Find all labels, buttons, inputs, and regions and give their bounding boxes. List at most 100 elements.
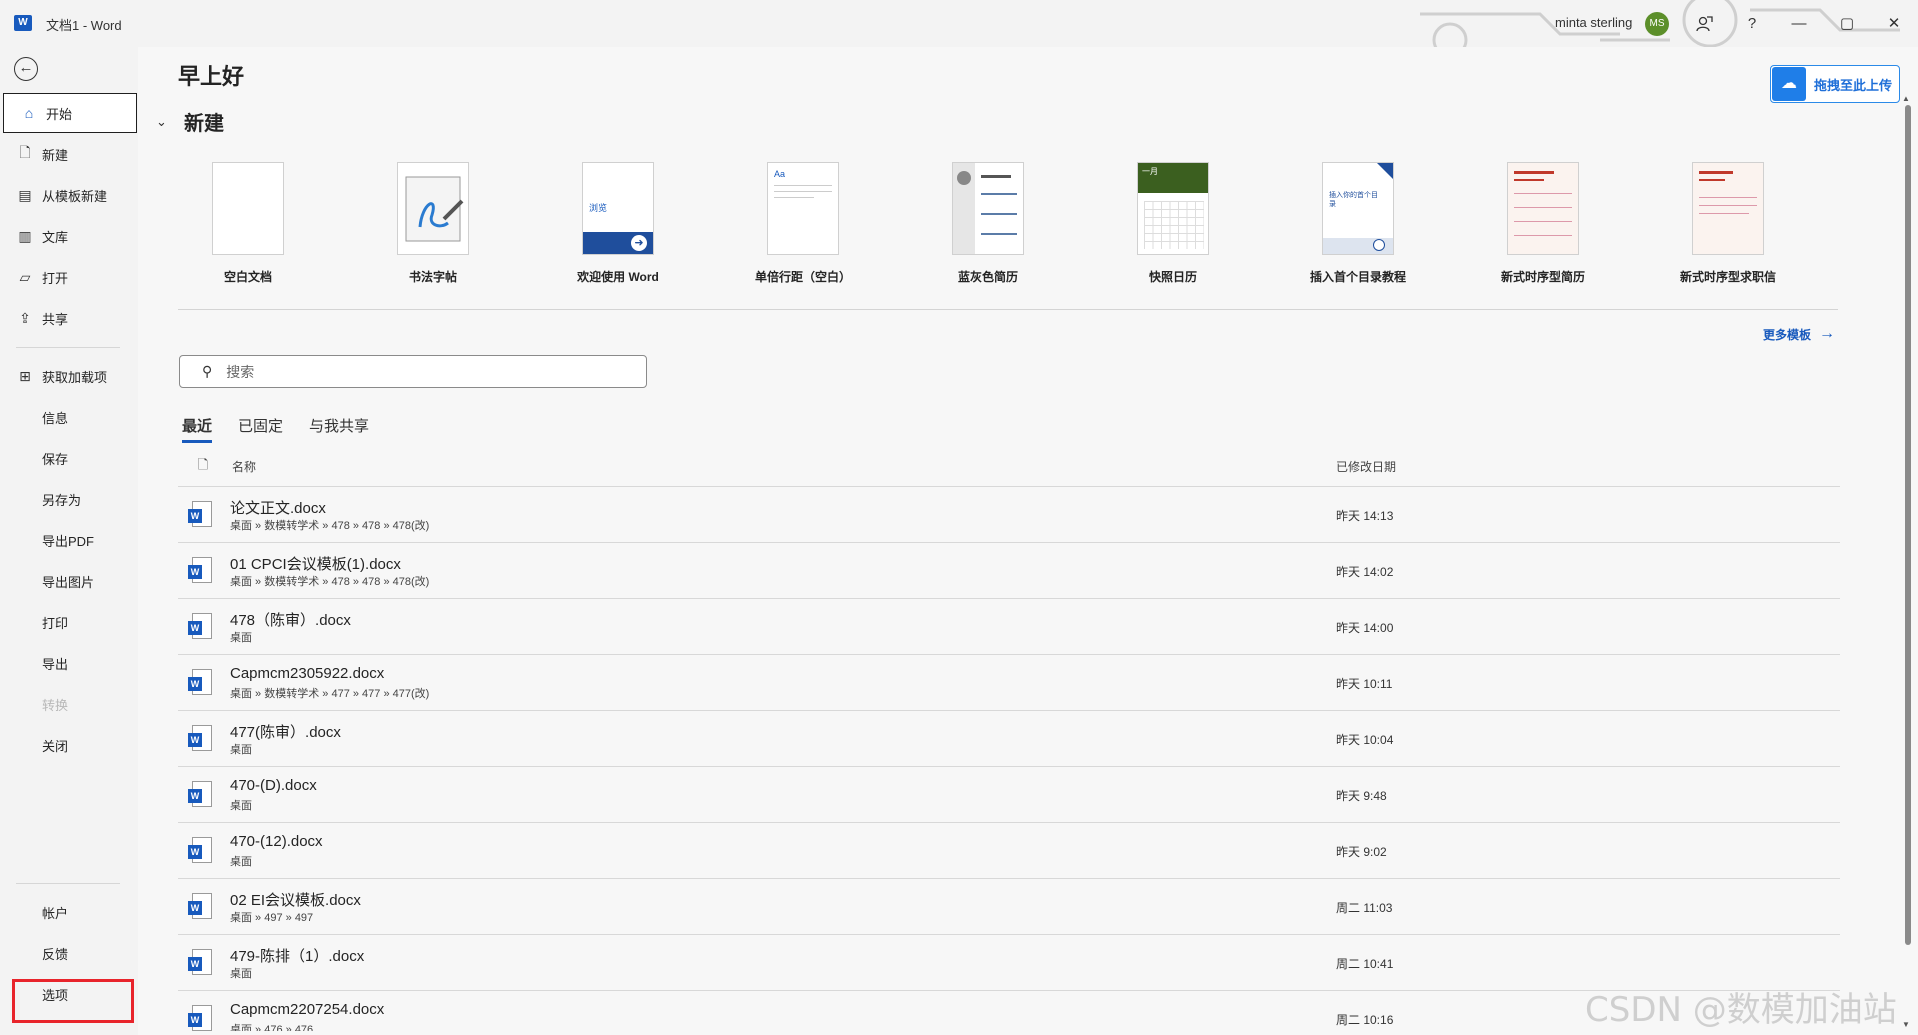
backstage-sidebar: ← ⌂ 开始 🗋 新建 ▤ 从模板新建 ▥ 文库 ▱ 打开 ⇪ 共享 ⊞ 获取加… bbox=[0, 47, 138, 1035]
template-label: 空白文档 bbox=[223, 270, 272, 284]
new-document-icon: 🗋 bbox=[19, 144, 31, 160]
sidebar-item-export[interactable]: 导出 bbox=[0, 643, 138, 683]
template-insert-toc-tutorial[interactable]: 插入你的首个目录 插入首个目录教程 bbox=[1278, 162, 1438, 285]
table-row[interactable]: W 477(陈审）.docx 桌面 昨天 10:04 bbox=[178, 711, 1840, 767]
sidebar-item-library[interactable]: ▥ 文库 bbox=[0, 216, 138, 256]
home-pane: 早上好 ☁ 拖拽至此上传 ⌄ 新建 空白文档 书法字帖 浏览 ➜ 欢迎使用 Wo… bbox=[138, 47, 1918, 1035]
file-name: 479-陈排（1）.docx bbox=[230, 948, 365, 965]
help-icon[interactable]: ? bbox=[1738, 10, 1766, 38]
file-path: 桌面 bbox=[230, 800, 252, 812]
template-thumbnail: 插入你的首个目录 bbox=[1322, 162, 1394, 255]
sidebar-item-label: 获取加载项 bbox=[42, 369, 108, 385]
column-header-name[interactable]: 名称 bbox=[232, 458, 256, 475]
tab-pinned[interactable]: 已固定 bbox=[238, 415, 283, 443]
minimize-icon[interactable]: — bbox=[1785, 10, 1813, 38]
template-snapshot-calendar[interactable]: 一月 快照日历 bbox=[1093, 162, 1253, 285]
template-blue-gray-resume[interactable]: 蓝灰色简历 bbox=[908, 162, 1068, 285]
file-name: Capmcm2305922.docx bbox=[230, 665, 385, 682]
scroll-up-arrow-icon[interactable]: ▲ bbox=[1902, 94, 1910, 103]
template-label: 单倍行距（空白） bbox=[754, 270, 851, 284]
table-row[interactable]: W 478（陈审）.docx 桌面 昨天 14:00 bbox=[178, 599, 1840, 655]
sidebar-divider bbox=[16, 347, 120, 348]
template-thumb-text: 插入你的首个目录 bbox=[1329, 192, 1378, 208]
sidebar-item-print[interactable]: 打印 bbox=[0, 602, 138, 642]
file-modified-date: 周二 10:41 bbox=[1336, 957, 1394, 971]
table-row[interactable]: W 02 EI会议模板.docx 桌面 » 497 » 497 周二 11:03 bbox=[178, 879, 1840, 935]
sidebar-item-label: 导出图片 bbox=[42, 574, 95, 590]
vertical-scrollbar[interactable] bbox=[1905, 105, 1911, 945]
sidebar-item-label: 转换 bbox=[42, 697, 69, 713]
new-section-header[interactable]: ⌄ 新建 bbox=[156, 107, 224, 136]
file-path: 桌面 bbox=[230, 968, 252, 980]
new-section-title: 新建 bbox=[184, 113, 224, 135]
word-file-icon: W bbox=[188, 1005, 212, 1031]
sidebar-item-account[interactable]: 帐户 bbox=[0, 892, 138, 932]
file-modified-date: 昨天 9:48 bbox=[1336, 789, 1387, 803]
sidebar-item-new-from-template[interactable]: ▤ 从模板新建 bbox=[0, 175, 138, 215]
search-box[interactable]: ⚲ bbox=[179, 355, 647, 388]
sidebar-item-convert: 转换 bbox=[0, 684, 138, 724]
sidebar-item-share[interactable]: ⇪ 共享 bbox=[0, 298, 138, 338]
sidebar-item-get-addins[interactable]: ⊞ 获取加载项 bbox=[0, 356, 138, 396]
sidebar-item-label: 关闭 bbox=[42, 738, 69, 754]
drag-upload-button[interactable]: ☁ 拖拽至此上传 bbox=[1770, 65, 1900, 103]
arrow-right-icon: ➜ bbox=[631, 235, 647, 251]
sidebar-item-feedback[interactable]: 反馈 bbox=[0, 933, 138, 973]
file-name: 478（陈审）.docx bbox=[230, 612, 351, 629]
file-list-tabs: 最近 已固定 与我共享 bbox=[182, 415, 395, 443]
sidebar-item-label: 共享 bbox=[42, 311, 69, 327]
file-modified-date: 昨天 14:13 bbox=[1336, 509, 1394, 523]
more-templates-link[interactable]: 更多模板 → bbox=[1763, 325, 1835, 343]
file-path: 桌面 » 476 » 476 bbox=[230, 1024, 314, 1031]
folder-open-icon: ▱ bbox=[19, 268, 31, 285]
template-label: 蓝灰色简历 bbox=[957, 270, 1018, 284]
list-header: 🗋 名称 已修改日期 bbox=[178, 447, 1840, 487]
sidebar-item-open[interactable]: ▱ 打开 bbox=[0, 257, 138, 297]
word-file-icon: W bbox=[188, 725, 212, 753]
sidebar-item-home[interactable]: ⌂ 开始 bbox=[3, 93, 137, 133]
search-input[interactable] bbox=[226, 363, 607, 380]
feedback-icon[interactable] bbox=[1690, 10, 1718, 38]
template-welcome-word[interactable]: 浏览 ➜ 欢迎使用 Word bbox=[538, 162, 698, 285]
scroll-down-arrow-icon[interactable]: ▼ bbox=[1902, 1020, 1910, 1029]
table-row[interactable]: W 01 CPCI会议模板(1).docx 桌面 » 数模转学术 » 478 »… bbox=[178, 543, 1840, 599]
file-modified-date: 昨天 14:00 bbox=[1336, 621, 1394, 635]
template-thumbnail bbox=[1692, 162, 1764, 255]
table-row[interactable]: W Capmcm2305922.docx 桌面 » 数模转学术 » 477 » … bbox=[178, 655, 1840, 711]
recent-files-list: 🗋 名称 已修改日期 W 论文正文.docx 桌面 » 数模转学术 » 478 … bbox=[178, 447, 1840, 1031]
sidebar-item-close[interactable]: 关闭 bbox=[0, 725, 138, 765]
file-name: 470-(12).docx bbox=[230, 833, 323, 850]
sidebar-item-save[interactable]: 保存 bbox=[0, 438, 138, 478]
table-row[interactable]: W 470-(12).docx 桌面 昨天 9:02 bbox=[178, 823, 1840, 879]
template-thumbnail bbox=[952, 162, 1024, 255]
close-icon[interactable]: ✕ bbox=[1880, 10, 1908, 38]
restore-icon[interactable]: ▢ bbox=[1833, 10, 1861, 38]
word-icon: W bbox=[14, 15, 32, 31]
avatar[interactable]: MS bbox=[1645, 12, 1669, 36]
sidebar-item-export-image[interactable]: 导出图片 bbox=[0, 561, 138, 601]
tab-shared-with-me[interactable]: 与我共享 bbox=[309, 415, 369, 443]
template-modern-chrono-cover-letter[interactable]: 新式时序型求职信 bbox=[1648, 162, 1808, 285]
sidebar-item-label: 导出PDF bbox=[42, 533, 95, 549]
sidebar-divider bbox=[16, 883, 120, 884]
sidebar-item-info[interactable]: 信息 bbox=[0, 397, 138, 437]
template-blank-document[interactable]: 空白文档 bbox=[168, 162, 328, 285]
sidebar-item-save-as[interactable]: 另存为 bbox=[0, 479, 138, 519]
template-modern-chrono-resume[interactable]: 新式时序型简历 bbox=[1463, 162, 1623, 285]
template-thumbnail: 浏览 ➜ bbox=[582, 162, 654, 255]
template-thumb-text: 浏览 bbox=[589, 203, 608, 213]
table-row[interactable]: W 论文正文.docx 桌面 » 数模转学术 » 478 » 478 » 478… bbox=[178, 487, 1840, 543]
column-header-modified[interactable]: 已修改日期 bbox=[1336, 458, 1396, 475]
template-single-spaced[interactable]: Aa 单倍行距（空白） bbox=[723, 162, 883, 285]
table-row[interactable]: W 470-(D).docx 桌面 昨天 9:48 bbox=[178, 767, 1840, 823]
sidebar-item-label: 反馈 bbox=[42, 946, 69, 962]
sidebar-item-export-pdf[interactable]: 导出PDF bbox=[0, 520, 138, 560]
file-name: 477(陈审）.docx bbox=[230, 724, 341, 741]
sidebar-item-label: 打开 bbox=[42, 270, 69, 286]
back-arrow-icon[interactable]: ← bbox=[14, 57, 38, 81]
window-title: 文档1 - Word bbox=[46, 18, 122, 33]
tab-recent[interactable]: 最近 bbox=[182, 415, 213, 443]
user-name[interactable]: minta sterling bbox=[1555, 15, 1632, 30]
template-calligraphy[interactable]: 书法字帖 bbox=[353, 162, 513, 285]
sidebar-item-new[interactable]: 🗋 新建 bbox=[0, 134, 138, 174]
